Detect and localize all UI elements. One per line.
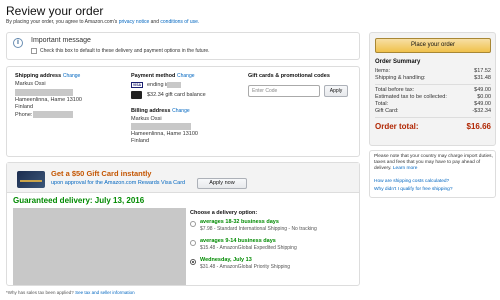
shipping-street-redacted (15, 89, 73, 96)
billing-name: Markus Ossi (131, 116, 162, 122)
change-payment-link[interactable]: Change (177, 73, 195, 79)
import-duties-text: Please note that your country may charge… (374, 154, 493, 172)
billing-address-header: Billing address Change (131, 108, 190, 114)
product-image-redacted (13, 208, 186, 285)
choose-delivery-title: Choose a delivery option: (190, 210, 258, 216)
billing-street-redacted (131, 123, 191, 130)
billing-city: Hameenlinna, Hame 13100 (131, 131, 198, 137)
summary-divider (375, 84, 491, 85)
gift-card-icon (131, 91, 142, 99)
default-options-checkbox[interactable] (31, 48, 37, 54)
guaranteed-delivery: Guaranteed delivery: July 13, 2016 (13, 196, 145, 205)
shipping-address-header: Shipping address Change (15, 73, 81, 79)
summary-row-items: Items: $17.52 (375, 68, 491, 74)
card-stripe (20, 180, 42, 182)
delivery-option-radio-expedited[interactable] (190, 240, 196, 246)
important-message-box: i Important message Check this box to de… (6, 32, 360, 60)
delivery-option-title: averages 9-14 business days (200, 238, 276, 244)
apply-now-button[interactable]: Apply now (197, 178, 247, 189)
change-shipping-link[interactable]: Change (63, 73, 81, 79)
import-duties-note: Please note that your country may charge… (369, 150, 496, 198)
tax-footnote: *Why has sales tax been applied? See tax… (6, 290, 135, 295)
delivery-option-radio-standard[interactable] (190, 221, 196, 227)
order-total: Order total: $16.66 (375, 122, 491, 131)
delivery-option-sub: $15.48 - AmazonGlobal Expedited Shipping (200, 245, 297, 251)
summary-row-gift-card: Gift Card: -$32.34 (375, 108, 491, 114)
shipping-name: Markus Ossi (15, 81, 46, 87)
gift-card-balance: $32.34 gift card balance (147, 92, 206, 98)
gift-cards-label: Gift cards & promotional codes (248, 73, 330, 79)
info-icon: i (13, 38, 23, 48)
promo-subtitle-link[interactable]: upon approval for the Amazon.com Rewards… (51, 180, 185, 187)
order-summary-box: Place your order Order Summary Items: $17… (369, 32, 496, 146)
important-message-title: Important message (31, 37, 91, 44)
free-shipping-link[interactable]: Why didn't I qualify for free shipping? (374, 187, 453, 193)
order-details-box: Shipping address Change Markus Ossi Hame… (6, 66, 360, 157)
payment-method-header: Payment method Change (131, 73, 195, 79)
apply-code-button[interactable]: Apply (324, 85, 348, 97)
delivery-option-title: Wednesday, July 13 (200, 257, 252, 263)
billing-country: Finland (131, 138, 150, 144)
delivery-option-sub: $31.48 - AmazonGlobal Priority Shipping (200, 264, 291, 270)
summary-divider (375, 117, 491, 118)
promo-title: Get a $50 Gift Card instantly (51, 169, 152, 178)
terms-notice: By placing your order, you agree to Amaz… (6, 19, 200, 25)
order-summary-title: Order Summary (375, 59, 421, 65)
promo-code-input[interactable]: Enter Code (248, 85, 320, 97)
gift-card-promo: Get a $50 Gift Card instantly upon appro… (7, 163, 359, 193)
delivery-option-title: averages 18-32 business days (200, 219, 279, 225)
page-title: Review your order (6, 4, 104, 18)
summary-row-total: Total: $49.00 (375, 101, 491, 107)
delivery-option-sub: $7.98 - Standard International Shipping … (200, 226, 317, 232)
conditions-of-use-link[interactable]: conditions of use. (160, 19, 199, 25)
visa-card-icon: VISA (131, 82, 143, 88)
shipping-phone-label: Phone: (15, 112, 33, 118)
shipping-costs-link[interactable]: How are shipping costs calculated? (374, 179, 449, 185)
default-options-label: Check this box to default to these deliv… (40, 48, 210, 54)
shipping-country: Finland (15, 104, 34, 110)
summary-row-total-before-tax: Total before tax: $49.00 (375, 87, 491, 93)
privacy-notice-link[interactable]: privacy notice (119, 19, 150, 25)
shipping-phone-redacted (33, 111, 73, 118)
learn-more-link[interactable]: Learn more (393, 166, 418, 171)
summary-row-tax: Estimated tax to be collected: $0.00 (375, 94, 491, 100)
change-billing-link[interactable]: Change (172, 108, 190, 114)
card-ending-text: ending in (147, 82, 170, 88)
delivery-option-radio-priority[interactable] (190, 259, 196, 265)
rewards-card-icon (17, 171, 45, 188)
place-order-button[interactable]: Place your order (375, 38, 491, 53)
shipping-city: Hameenlinna, Hame 13100 (15, 97, 82, 103)
card-number-redacted (167, 82, 181, 88)
tax-seller-info-link[interactable]: See tax and seller information (75, 290, 135, 295)
delivery-box: Get a $50 Gift Card instantly upon appro… (6, 162, 360, 286)
summary-row-shipping: Shipping & handling: $31.48 (375, 75, 491, 81)
